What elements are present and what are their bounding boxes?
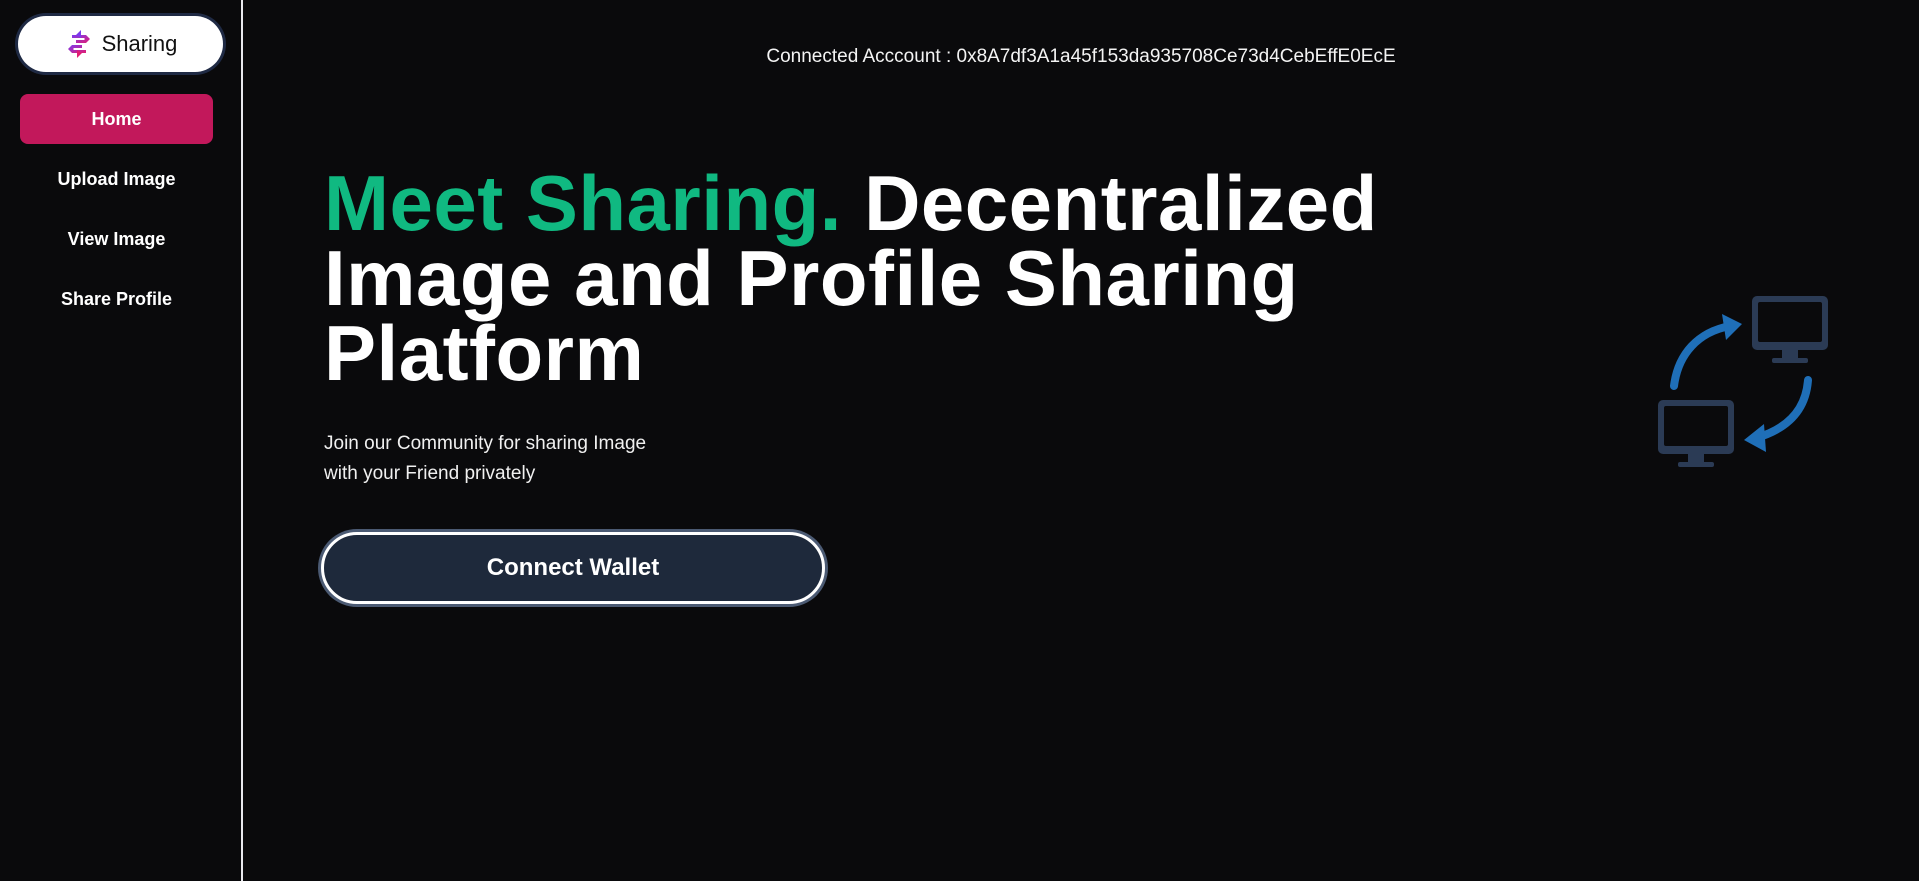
app-root: Sharing Home Upload Image View Image Sha… xyxy=(0,0,1919,881)
hero-section: Meet Sharing. Decentralized Image and Pr… xyxy=(324,164,1424,489)
logo-text: Sharing xyxy=(101,31,178,56)
hero-subtext: Join our Community for sharing Image wit… xyxy=(324,429,684,489)
sidebar-item-share-profile[interactable]: Share Profile xyxy=(20,274,213,324)
subtext-line-2: with your Friend privately xyxy=(324,463,536,484)
connect-wallet-button[interactable]: Connect Wallet xyxy=(321,532,825,604)
sidebar-item-upload-image[interactable]: Upload Image xyxy=(20,154,213,204)
computer-sync-arrows-icon xyxy=(1658,296,1828,467)
account-bar: Connected Acccount : 0x8A7df3A1a45f153da… xyxy=(243,46,1919,68)
sharing-swap-logo-icon xyxy=(67,30,90,58)
sidebar-item-home[interactable]: Home xyxy=(20,94,213,144)
subtext-line-1: Join our Community for sharing Image xyxy=(324,433,647,454)
sidebar-nav: Home Upload Image View Image Share Profi… xyxy=(20,94,213,334)
sidebar-item-view-image[interactable]: View Image xyxy=(20,214,213,264)
hero-headline: Meet Sharing. Decentralized Image and Pr… xyxy=(324,164,1424,392)
connected-account-label: Connected Acccount : 0x8A7df3A1a45f153da… xyxy=(766,46,1396,67)
sidebar: Sharing Home Upload Image View Image Sha… xyxy=(0,0,243,881)
logo[interactable]: Sharing xyxy=(18,16,223,72)
